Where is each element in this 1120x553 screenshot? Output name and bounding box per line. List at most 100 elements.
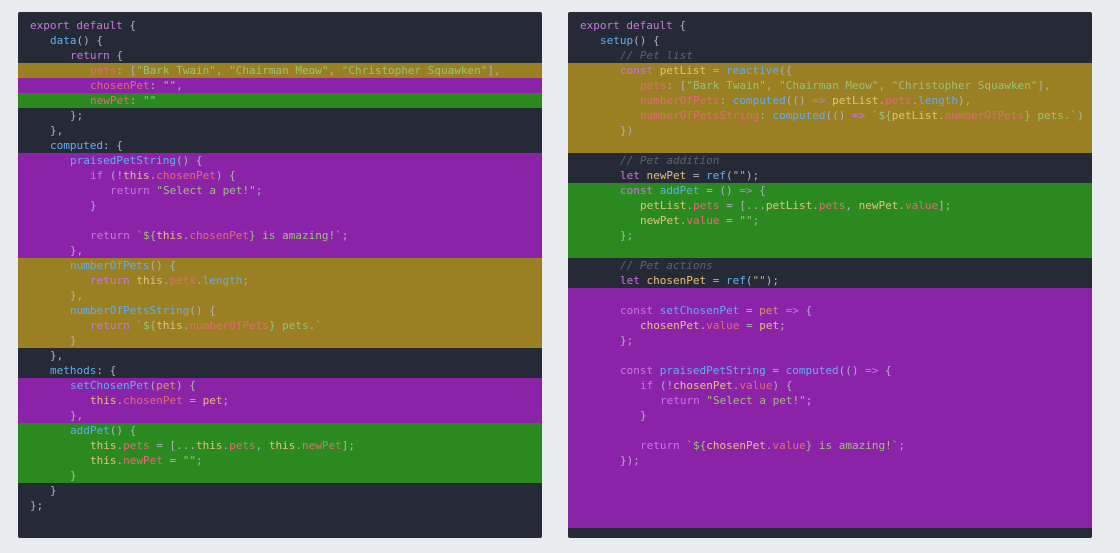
code-token: let: [620, 274, 640, 287]
code-token: newPet: [647, 169, 687, 182]
code-line: }: [18, 483, 542, 498]
code-token: petList: [892, 109, 938, 122]
code-token: chosenPet: [189, 229, 249, 242]
code-token: chosenPet: [640, 319, 700, 332]
code-token: .: [686, 199, 693, 212]
code-token: (!: [653, 379, 673, 392]
code-token: };: [620, 229, 633, 242]
code-token: :: [150, 79, 163, 92]
code-token: ;: [898, 439, 905, 452]
code-token: return: [660, 394, 700, 407]
code-token: const: [620, 184, 653, 197]
code-token: ): [1077, 109, 1084, 122]
code-token: [653, 64, 660, 77]
code-token: ;: [342, 229, 349, 242]
code-token: ,: [176, 79, 183, 92]
code-token: this: [196, 439, 223, 452]
code-line: pets: ["Bark Twain", "Chairman Meow", "C…: [568, 78, 1092, 93]
code-token: .: [938, 109, 945, 122]
code-token: };: [620, 334, 633, 347]
code-token: chosenPet: [90, 79, 150, 92]
code-token: =>: [852, 109, 865, 122]
code-token: numberOfPets: [70, 259, 149, 272]
code-token: newPet: [123, 454, 163, 467]
code-token: : {: [103, 139, 123, 152]
code-line: // Pet addition: [568, 153, 1092, 168]
code-token: pet: [759, 304, 779, 317]
code-token: .: [196, 274, 203, 287]
code-line: export default {: [568, 18, 1092, 33]
code-token: : [: [667, 79, 687, 92]
code-token: pet: [203, 394, 223, 407]
code-token: pets: [123, 439, 150, 452]
code-token: "Chairman Meow": [229, 64, 328, 77]
code-token: newPet: [90, 94, 130, 107]
code-token: () {: [77, 34, 104, 47]
code-token: {: [110, 49, 123, 62]
code-token: this: [90, 454, 117, 467]
code-token: praisedPetString: [660, 364, 766, 377]
code-token: [640, 274, 647, 287]
code-line: setup() {: [568, 33, 1092, 48]
code-token: } pets.`: [269, 319, 322, 332]
code-token: newPet: [640, 214, 680, 227]
code-line: return {: [18, 48, 542, 63]
code-token: = [...: [719, 199, 765, 212]
code-token: }: [70, 469, 77, 482]
code-token: addPet: [660, 184, 700, 197]
code-token: pet: [156, 379, 176, 392]
code-token: chosenPet: [673, 379, 733, 392]
code-token: {: [753, 184, 766, 197]
code-token: const: [620, 364, 653, 377]
code-token: [640, 169, 647, 182]
code-token: =: [163, 454, 183, 467]
code-token: const: [620, 304, 653, 317]
code-token: ((): [786, 94, 813, 107]
code-token: [653, 184, 660, 197]
code-token: =: [706, 274, 726, 287]
code-token: ;: [806, 394, 813, 407]
code-token: {: [799, 304, 812, 317]
code-token: ((): [839, 364, 866, 377]
code-token: this: [90, 394, 117, 407]
code-token: pets: [170, 274, 197, 287]
code-token: computed: [733, 94, 786, 107]
code-token: petList: [832, 94, 878, 107]
code-token: : [: [117, 64, 137, 77]
code-token: value: [739, 379, 772, 392]
code-token: // Pet addition: [620, 154, 719, 167]
code-token: },: [50, 124, 63, 137]
code-token: =>: [812, 94, 825, 107]
code-token: =: [766, 364, 786, 377]
code-token: :: [130, 94, 143, 107]
code-token: return: [640, 439, 680, 452]
code-token: length: [918, 94, 958, 107]
code-token: "Bark Twain": [136, 64, 215, 77]
code-token: this: [156, 319, 183, 332]
code-token: ({: [779, 64, 792, 77]
code-token: ) {: [216, 169, 236, 182]
code-line: };: [18, 108, 542, 123]
code-token: =>: [865, 364, 878, 377]
code-token: computed: [50, 139, 103, 152]
comparison-stage: export default {data() {return {pets: ["…: [0, 0, 1120, 550]
code-token: value: [706, 319, 739, 332]
code-token: =>: [786, 304, 799, 317]
code-token: .: [295, 439, 302, 452]
code-token: praisedPetString: [70, 154, 176, 167]
code-token: {: [673, 19, 686, 32]
code-token: "": [143, 94, 156, 107]
code-token: "": [752, 274, 765, 287]
code-token: [653, 304, 660, 317]
code-token: () {: [176, 154, 203, 167]
code-token: .: [163, 274, 170, 287]
code-token: const: [620, 64, 653, 77]
code-token: return: [90, 229, 130, 242]
code-token: =: [720, 214, 740, 227]
code-token: value: [686, 214, 719, 227]
code-token: pets: [819, 199, 846, 212]
code-token: "Select a pet!": [706, 394, 805, 407]
code-token: this: [90, 439, 117, 452]
code-token: });: [620, 454, 640, 467]
code-token: petList: [766, 199, 812, 212]
